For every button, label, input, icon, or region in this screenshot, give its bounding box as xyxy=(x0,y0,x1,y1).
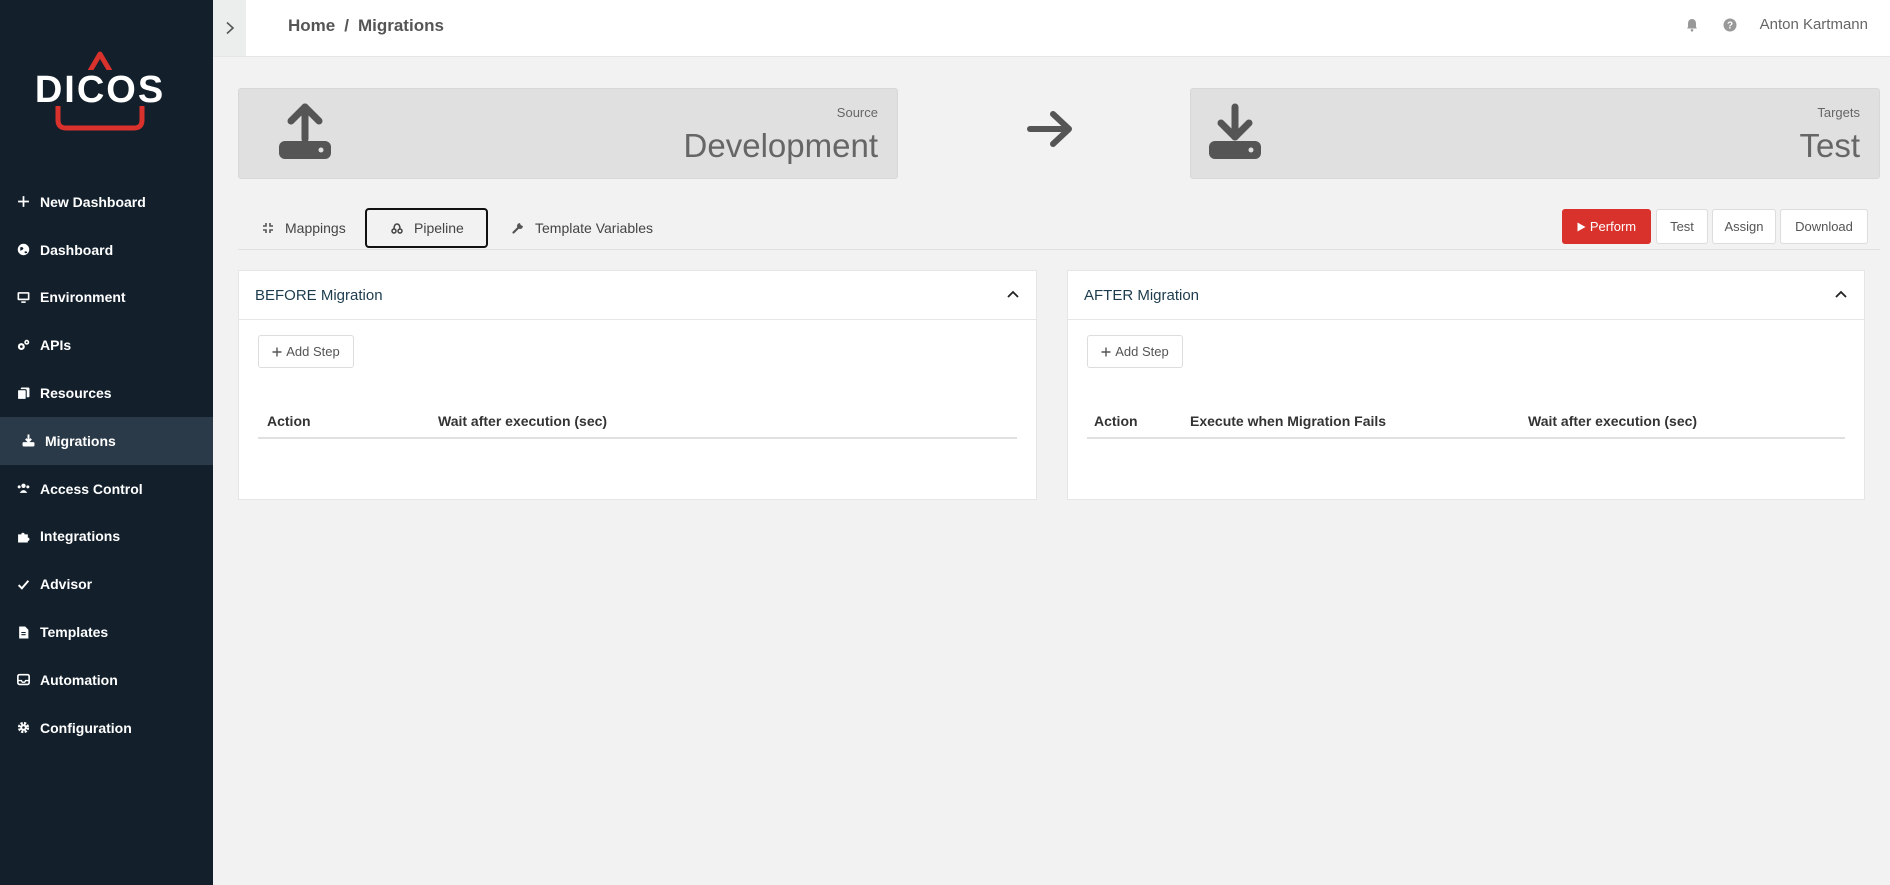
sidebar-item-label: Dashboard xyxy=(40,241,114,258)
perform-label: Perform xyxy=(1589,219,1637,234)
sidebar-item-access-control[interactable]: Access Control xyxy=(0,465,213,513)
target-card: Targets Test xyxy=(1190,88,1880,179)
sidebar-item-dashboard[interactable]: Dashboard xyxy=(0,226,213,274)
add-step-label: Add Step xyxy=(1115,344,1169,359)
tab-mappings[interactable]: Mappings xyxy=(262,208,346,248)
file-icon xyxy=(17,626,30,639)
users-icon xyxy=(17,482,30,495)
check-icon xyxy=(17,578,30,591)
sidebar-item-integrations[interactable]: Integrations xyxy=(0,513,213,561)
help-icon[interactable]: ? xyxy=(1722,17,1738,33)
download-icon xyxy=(1207,103,1263,161)
logo-text: DICOS xyxy=(35,69,165,111)
sidebar: DICOS New Dashboard Dashboard Environmen… xyxy=(0,0,213,885)
inbox-icon xyxy=(17,673,30,686)
sidebar-item-label: Environment xyxy=(40,289,126,306)
monitor-icon xyxy=(17,291,30,304)
globe-icon xyxy=(17,243,30,256)
breadcrumb: Home / Migrations xyxy=(288,16,444,36)
sidebar-item-label: Integrations xyxy=(40,528,121,545)
source-label: Source xyxy=(836,105,878,120)
column-wait: Wait after execution (sec) xyxy=(1528,413,1698,429)
tab-label: Pipeline xyxy=(414,220,464,236)
tab-label: Mappings xyxy=(285,220,346,236)
assign-button[interactable]: Assign xyxy=(1712,209,1776,244)
sidebar-item-templates[interactable]: Templates xyxy=(0,608,213,656)
sidebar-item-label: Templates xyxy=(40,624,109,641)
copy-icon xyxy=(17,387,30,400)
play-icon xyxy=(1577,222,1586,231)
user-name[interactable]: Anton Kartmann xyxy=(1760,16,1868,33)
sidebar-item-migrations[interactable]: Migrations xyxy=(0,416,213,465)
puzzle-icon xyxy=(17,530,30,543)
cogs-icon xyxy=(17,339,30,352)
sidebar-item-apis[interactable]: APIs xyxy=(0,321,213,369)
sidebar-item-label: Advisor xyxy=(40,576,93,593)
sidebar-item-label: Migrations xyxy=(45,432,116,449)
source-value: Development xyxy=(683,127,878,164)
chevron-right-icon xyxy=(225,21,234,35)
tab-template-variables[interactable]: Template Variables xyxy=(512,208,653,248)
column-execute-on-fail: Execute when Migration Fails xyxy=(1190,413,1387,429)
sidebar-item-label: Configuration xyxy=(40,719,132,736)
sidebar-item-label: New Dashboard xyxy=(40,193,146,210)
tabs-row: Mappings Pipeline Template Variables Per… xyxy=(238,206,1880,250)
sidebar-item-label: Resources xyxy=(40,385,112,402)
after-panel-title: AFTER Migration xyxy=(1084,286,1200,304)
breadcrumb-separator: / xyxy=(344,16,349,35)
bell-icon[interactable] xyxy=(1684,17,1700,33)
before-panel-title: BEFORE Migration xyxy=(255,286,383,304)
sidebar-item-new-dashboard[interactable]: New Dashboard xyxy=(0,178,213,226)
sidebar-item-resources[interactable]: Resources xyxy=(0,369,213,417)
plus-icon xyxy=(272,347,282,356)
chevron-up-icon[interactable] xyxy=(1006,289,1020,299)
arrow-right-icon xyxy=(1026,104,1076,154)
source-card: Source Development xyxy=(238,88,898,179)
before-panel-header[interactable]: BEFORE Migration xyxy=(239,271,1036,320)
column-action: Action xyxy=(1094,413,1138,429)
upload-icon xyxy=(277,103,333,161)
add-step-label: Add Step xyxy=(286,344,340,359)
sidebar-nav: New Dashboard Dashboard Environment APIs… xyxy=(0,178,213,752)
download-icon xyxy=(22,434,35,447)
breadcrumb-current: Migrations xyxy=(357,16,444,35)
top-right-controls: ? Anton Kartmann xyxy=(1684,16,1868,33)
pipeline-icon xyxy=(391,222,404,235)
tab-label: Template Variables xyxy=(535,220,654,236)
sidebar-item-automation[interactable]: Automation xyxy=(0,656,213,704)
target-label: Targets xyxy=(1817,105,1860,120)
plus-icon xyxy=(17,195,30,208)
column-action: Action xyxy=(267,413,311,429)
tab-pipeline[interactable]: Pipeline xyxy=(365,208,488,248)
wrench-icon xyxy=(512,221,525,235)
after-panel-header[interactable]: AFTER Migration xyxy=(1068,271,1864,320)
sidebar-toggle-button[interactable] xyxy=(213,0,246,56)
dicos-logo[interactable]: DICOS xyxy=(30,40,170,135)
plus-icon xyxy=(1101,347,1111,356)
sidebar-item-advisor[interactable]: Advisor xyxy=(0,560,213,608)
column-wait: Wait after execution (sec) xyxy=(438,413,608,429)
sidebar-item-label: Access Control xyxy=(40,480,143,497)
test-button[interactable]: Test xyxy=(1656,209,1708,244)
sidebar-item-label: Automation xyxy=(40,671,118,688)
chevron-up-icon[interactable] xyxy=(1834,289,1848,299)
before-migration-panel: BEFORE Migration Add Step Action Wait af… xyxy=(238,270,1037,500)
after-migration-panel: AFTER Migration Add Step Action Execute … xyxy=(1067,270,1865,500)
svg-text:?: ? xyxy=(1727,20,1733,31)
sidebar-item-environment[interactable]: Environment xyxy=(0,274,213,322)
compress-icon xyxy=(262,222,275,235)
add-step-button[interactable]: Add Step xyxy=(258,335,354,368)
table-header: Action Execute when Migration Fails Wait… xyxy=(1087,413,1845,439)
download-button[interactable]: Download xyxy=(1780,209,1868,244)
topbar: Home / Migrations ? Anton Kartmann xyxy=(213,0,1890,57)
target-value: Test xyxy=(1799,127,1860,164)
breadcrumb-home[interactable]: Home xyxy=(288,16,335,35)
gear-icon xyxy=(17,721,30,734)
table-header: Action Wait after execution (sec) xyxy=(258,413,1017,439)
sidebar-item-configuration[interactable]: Configuration xyxy=(0,704,213,752)
add-step-button[interactable]: Add Step xyxy=(1087,335,1183,368)
sidebar-item-label: APIs xyxy=(40,337,72,354)
perform-button[interactable]: Perform xyxy=(1562,209,1651,244)
